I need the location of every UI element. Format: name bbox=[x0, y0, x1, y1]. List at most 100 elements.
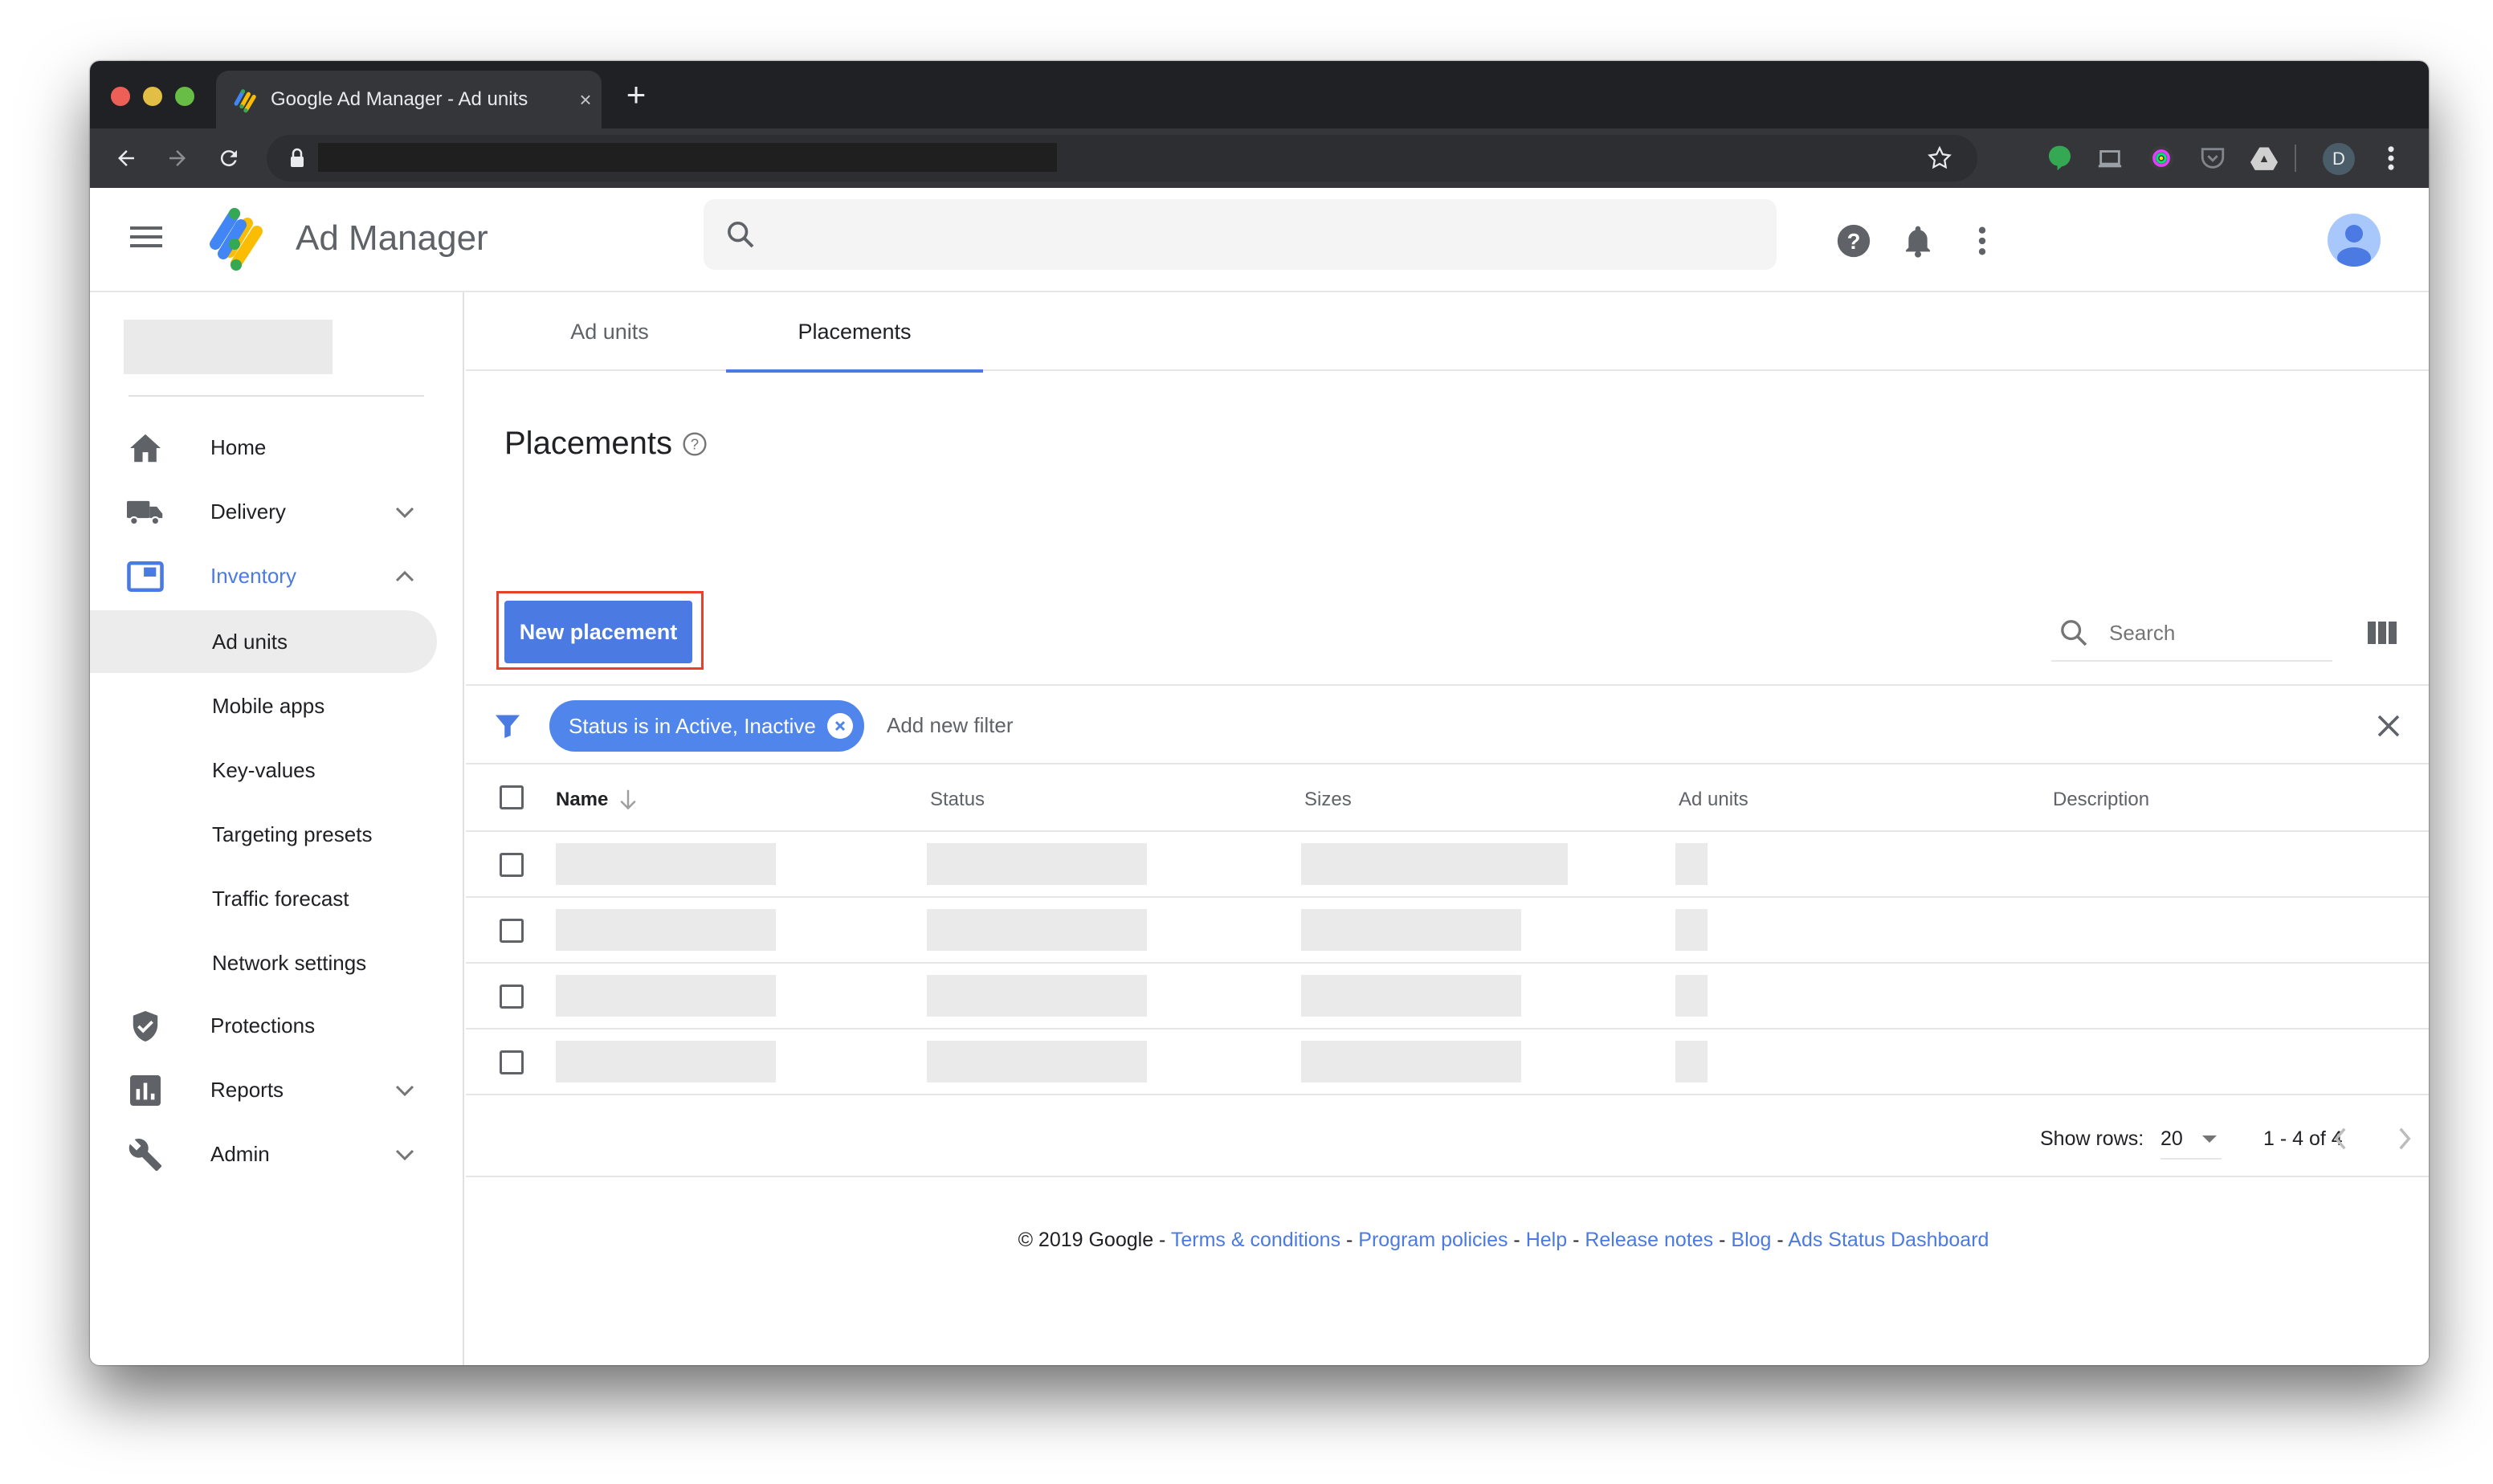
chevron-down-icon[interactable] bbox=[390, 1140, 419, 1169]
reload-button[interactable] bbox=[210, 140, 247, 177]
bookmark-star-icon[interactable] bbox=[1926, 145, 1953, 172]
forward-button[interactable] bbox=[159, 140, 196, 177]
tab-ad-units[interactable]: Ad units bbox=[511, 320, 708, 371]
filter-chip-status[interactable]: Status is in Active, Inactive bbox=[549, 700, 864, 752]
table-row[interactable] bbox=[466, 832, 2429, 898]
pocket-extension-icon[interactable] bbox=[2194, 140, 2231, 177]
global-search[interactable] bbox=[704, 199, 1777, 270]
close-window-button[interactable] bbox=[111, 87, 130, 106]
kebab-menu-icon bbox=[2388, 146, 2394, 170]
sidebar-item-label: Home bbox=[210, 434, 267, 459]
add-filter-button[interactable]: Add new filter bbox=[887, 713, 1014, 738]
row-checkbox[interactable] bbox=[500, 1050, 524, 1074]
select-all-checkbox[interactable] bbox=[500, 785, 524, 809]
address-bar[interactable] bbox=[267, 135, 1977, 181]
back-button[interactable] bbox=[108, 140, 145, 177]
browser-tab-active[interactable]: Google Ad Manager - Ad units × bbox=[216, 71, 602, 128]
sidebar-subitem-label: Traffic forecast bbox=[212, 887, 349, 911]
sidebar-subitem-ad-units[interactable]: Ad units bbox=[90, 610, 437, 673]
filter-bar: Status is in Active, Inactive Add new fi… bbox=[466, 684, 2429, 764]
app-header: Ad Manager ? bbox=[90, 188, 2429, 292]
hangouts-extension-icon[interactable] bbox=[2040, 140, 2077, 177]
footer-link-help[interactable]: Help bbox=[1526, 1229, 1567, 1251]
sidebar-subitem-network-settings[interactable]: Network settings bbox=[90, 932, 437, 994]
browser-menu-button[interactable] bbox=[2373, 140, 2409, 177]
row-checkbox[interactable] bbox=[500, 919, 524, 943]
page-title: Placements bbox=[504, 426, 672, 461]
rows-per-page-value: 20 bbox=[2160, 1127, 2183, 1150]
sidebar-item-protections[interactable]: Protections bbox=[90, 994, 440, 1057]
column-picker-button[interactable] bbox=[2366, 617, 2398, 649]
global-search-input[interactable] bbox=[768, 214, 1748, 255]
sidebar-item-reports[interactable]: Reports bbox=[90, 1058, 440, 1121]
table-row[interactable] bbox=[466, 898, 2429, 964]
browser-toolbar: D bbox=[90, 128, 2429, 188]
footer-link-program-policies[interactable]: Program policies bbox=[1358, 1229, 1508, 1251]
new-tab-button[interactable]: + bbox=[617, 75, 655, 114]
pagination-bar: Show rows: 20 1 - 4 of 4 bbox=[466, 1099, 2429, 1177]
notifications-button[interactable] bbox=[1897, 220, 1939, 262]
previous-page-button[interactable] bbox=[2321, 1119, 2360, 1158]
row-checkbox[interactable] bbox=[500, 853, 524, 877]
close-tab-icon[interactable]: × bbox=[569, 88, 602, 112]
chevron-down-icon[interactable] bbox=[390, 498, 419, 527]
main-menu-button[interactable] bbox=[130, 226, 162, 254]
footer-link-release-notes[interactable]: Release notes bbox=[1585, 1229, 1713, 1251]
svg-text:?: ? bbox=[691, 435, 699, 452]
sidebar-item-admin[interactable]: Admin bbox=[90, 1123, 440, 1185]
sidebar-subitem-label: Mobile apps bbox=[212, 694, 325, 718]
column-header-sizes[interactable]: Sizes bbox=[1304, 789, 1352, 811]
user-avatar[interactable] bbox=[2328, 214, 2381, 267]
footer-separator: - bbox=[1713, 1229, 1732, 1251]
color-picker-extension-icon[interactable] bbox=[2143, 140, 2180, 177]
remove-filter-icon[interactable] bbox=[826, 713, 853, 739]
footer-link-terms[interactable]: Terms & conditions bbox=[1171, 1229, 1340, 1251]
sidebar-subitem-mobile-apps[interactable]: Mobile apps bbox=[90, 675, 437, 737]
sidebar-divider bbox=[129, 395, 424, 397]
column-header-description[interactable]: Description bbox=[2053, 789, 2149, 811]
help-outline-icon[interactable]: ? bbox=[682, 431, 708, 457]
sidebar-item-home[interactable]: Home bbox=[90, 416, 440, 479]
clear-filters-button[interactable] bbox=[2373, 710, 2405, 742]
sidebar-subitem-key-values[interactable]: Key-values bbox=[90, 739, 437, 801]
column-header-status[interactable]: Status bbox=[930, 789, 985, 811]
table-row[interactable] bbox=[466, 964, 2429, 1029]
search-icon bbox=[728, 222, 754, 248]
ad-manager-logo-icon bbox=[210, 208, 263, 271]
help-button[interactable]: ? bbox=[1833, 220, 1875, 262]
chevron-down-icon[interactable] bbox=[390, 1076, 419, 1105]
rows-per-page-select[interactable]: 20 bbox=[2160, 1121, 2222, 1160]
browser-profile-avatar[interactable]: D bbox=[2323, 143, 2355, 175]
ad-units-placeholder bbox=[1675, 975, 1708, 1017]
sidebar-item-delivery[interactable]: Delivery bbox=[90, 480, 440, 543]
close-icon bbox=[2377, 715, 2400, 737]
column-header-ad-units[interactable]: Ad units bbox=[1679, 789, 1748, 811]
sidebar-subitem-targeting-presets[interactable]: Targeting presets bbox=[90, 803, 437, 866]
show-rows-label: Show rows: bbox=[2040, 1127, 2144, 1150]
tab-placements[interactable]: Placements bbox=[726, 320, 983, 373]
new-placement-button[interactable]: New placement bbox=[504, 601, 692, 663]
table-row[interactable] bbox=[466, 1029, 2429, 1095]
footer-link-ads-status-dashboard[interactable]: Ads Status Dashboard bbox=[1788, 1229, 1989, 1251]
chevron-up-icon[interactable] bbox=[390, 562, 419, 591]
maximize-window-button[interactable] bbox=[175, 87, 194, 106]
footer-link-blog[interactable]: Blog bbox=[1731, 1229, 1771, 1251]
row-checkbox[interactable] bbox=[500, 985, 524, 1009]
table-search[interactable] bbox=[2051, 605, 2332, 662]
sizes-placeholder bbox=[1301, 975, 1521, 1017]
footer-separator: - bbox=[1771, 1229, 1789, 1251]
dropdown-caret-icon bbox=[2202, 1135, 2217, 1143]
sort-arrow-down-icon[interactable] bbox=[619, 789, 637, 811]
sidebar-item-label: Protections bbox=[210, 1013, 316, 1038]
table-search-input[interactable] bbox=[2109, 615, 2318, 650]
column-header-name[interactable]: Name bbox=[556, 789, 637, 811]
cast-extension-icon[interactable] bbox=[2091, 140, 2128, 177]
google-drive-extension-icon[interactable] bbox=[2246, 140, 2283, 177]
sidebar-item-inventory[interactable]: Inventory bbox=[90, 544, 440, 607]
sidebar-subitem-traffic-forecast[interactable]: Traffic forecast bbox=[90, 867, 437, 930]
filter-funnel-icon[interactable] bbox=[493, 711, 522, 740]
hamburger-icon-bar bbox=[130, 244, 162, 247]
next-page-button[interactable] bbox=[2385, 1119, 2424, 1158]
minimize-window-button[interactable] bbox=[143, 87, 162, 106]
more-options-button[interactable] bbox=[1961, 220, 2003, 262]
